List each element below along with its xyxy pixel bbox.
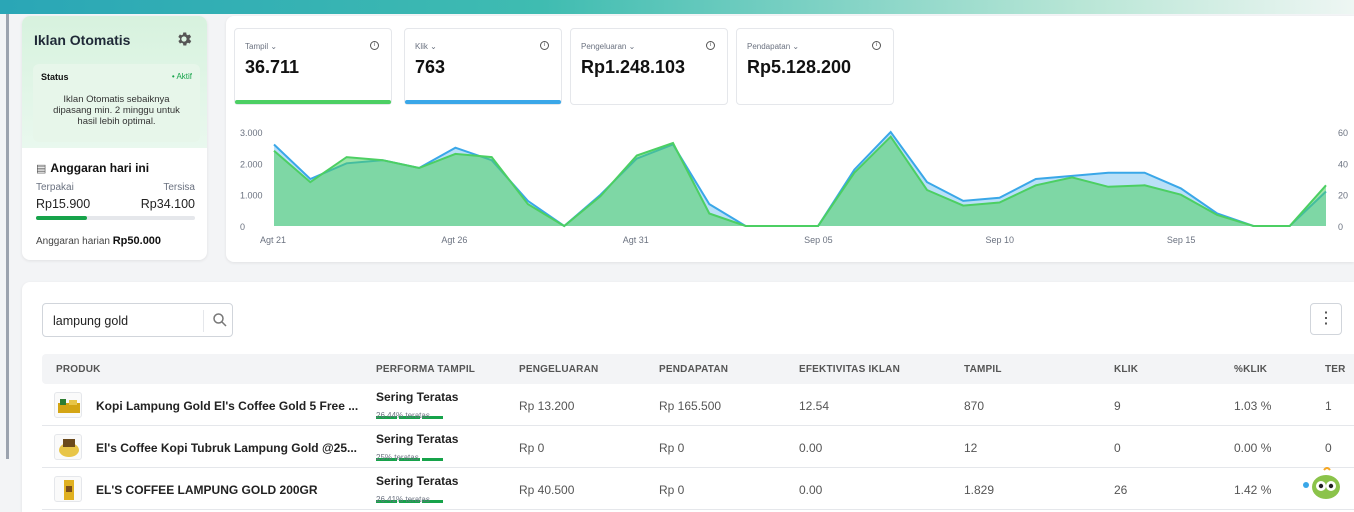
budget-progress-bar (36, 216, 195, 220)
performance-bar (376, 406, 446, 419)
views-cell: 870 (964, 399, 985, 413)
daily-budget-label: Anggaran harian (36, 236, 110, 247)
revenue-cell: Rp 0 (659, 483, 685, 497)
auto-ads-header: Iklan Otomatis Status • Aktif Iklan Otom… (22, 16, 207, 148)
y-left-tick: 1.000 (240, 191, 263, 201)
clicks-cell: 0 (1114, 441, 1121, 455)
used-value: Rp15.900 (36, 197, 91, 211)
performance-title: Sering Teratas (376, 432, 459, 446)
spend-cell: Rp 0 (519, 441, 545, 455)
ctr-cell: 0.00 % (1234, 441, 1272, 455)
performance-bar (376, 490, 446, 503)
used-label: Terpakai (36, 182, 74, 193)
table-row[interactable]: El's Coffee Kopi Tubruk Lampung Gold @25… (42, 426, 1354, 468)
performance-title: Sering Teratas (376, 390, 459, 404)
effectiveness-cell: 0.00 (799, 483, 823, 497)
search-divider (203, 310, 204, 332)
performance-cell: Sering Teratas 26.44% teratas (376, 390, 458, 420)
status-badge: • Aktif (171, 72, 192, 81)
effectiveness-cell: 12.54 (799, 399, 830, 413)
table-row[interactable]: EL'S COFFEE LAMPUNG GOLD 200GR Sering Te… (42, 468, 1354, 510)
daily-budget-value: Rp50.000 (112, 235, 162, 247)
performance-chart-card: Tampil ⌄ i 36.711 Klik ⌄ i 763 Pengeluar… (226, 16, 1354, 262)
x-tick: Sep 05 (804, 235, 833, 245)
status-note: Iklan Otomatis sebaiknya dipasang min. 2… (53, 94, 180, 127)
performance-chart: 3.000 2.000 1.000 0 60 40 20 0 Agt 21 Agt 26 Agt 3… (240, 128, 1348, 245)
status-label: Status (41, 72, 69, 82)
budget-title: ▤ Anggaran hari ini (36, 161, 149, 175)
clicks-cell: 26 (1114, 483, 1128, 497)
wallet-icon: ▤ (36, 163, 47, 175)
views-cell: 12 (964, 441, 978, 455)
left-scrollbar[interactable] (6, 14, 9, 459)
effectiveness-cell: 0.00 (799, 441, 823, 455)
daily-budget: Anggaran harian Rp50.000 (36, 235, 161, 247)
budget-title-text: Anggaran hari ini (50, 161, 150, 175)
col-ter[interactable]: TER (1325, 364, 1346, 375)
performance-title: Sering Teratas (376, 474, 459, 488)
performance-sub: 26.44% teratas (376, 411, 430, 420)
product-name[interactable]: Kopi Lampung Gold El's Coffee Gold 5 Fre… (96, 399, 358, 413)
views-cell: 1.829 (964, 483, 995, 497)
owl-assistant-icon[interactable] (1300, 465, 1342, 501)
series-area (274, 136, 1326, 226)
col-ctr[interactable]: %KLIK (1234, 364, 1267, 375)
y-right-tick: 40 (1338, 159, 1348, 169)
x-tick: Agt 26 (441, 235, 467, 245)
y-left-tick: 3.000 (240, 128, 263, 138)
spend-cell: Rp 40.500 (519, 483, 575, 497)
product-table-card: ⋮ PRODUK PERFORMA TAMPIL PENGELUARAN PEN… (22, 282, 1354, 512)
y-right-tick: 60 (1338, 128, 1348, 138)
revenue-cell: Rp 165.500 (659, 399, 722, 413)
col-revenue[interactable]: PENDAPATAN (659, 364, 728, 375)
ctr-cell: 1.03 % (1234, 399, 1272, 413)
col-views[interactable]: TAMPIL (964, 364, 1002, 375)
table-row[interactable]: Kopi Lampung Gold El's Coffee Gold 5 Fre… (42, 384, 1354, 426)
product-thumbnail (54, 434, 82, 460)
x-tick: Sep 10 (986, 235, 1015, 245)
spend-cell: Rp 13.200 (519, 399, 575, 413)
auto-ads-card: Iklan Otomatis Status • Aktif Iklan Otom… (22, 16, 207, 260)
clicks-cell: 9 (1114, 399, 1121, 413)
col-spend[interactable]: PENGELUARAN (519, 364, 598, 375)
more-options-button[interactable]: ⋮ (1310, 303, 1342, 335)
product-thumbnail (54, 392, 82, 418)
top-gradient-bar (0, 0, 1354, 14)
performance-sub: 26.41% teratas (376, 495, 430, 504)
col-effectiveness[interactable]: EFEKTIVITAS IKLAN (799, 364, 900, 375)
auto-ads-title: Iklan Otomatis (34, 32, 131, 48)
product-thumbnail (54, 476, 82, 502)
search-icon[interactable] (211, 311, 229, 329)
status-box: Status • Aktif Iklan Otomatis sebaiknya … (33, 64, 200, 142)
x-tick: Agt 31 (623, 235, 649, 245)
search-input[interactable] (53, 312, 193, 330)
performance-cell: Sering Teratas 25% teratas (376, 432, 458, 462)
col-clicks[interactable]: KLIK (1114, 364, 1138, 375)
budget-progress-fill (36, 216, 87, 220)
product-name[interactable]: El's Coffee Kopi Tubruk Lampung Gold @25… (96, 441, 357, 455)
search-box (42, 303, 233, 337)
y-right-tick: 20 (1338, 191, 1348, 201)
x-tick: Sep 15 (1167, 235, 1196, 245)
revenue-cell: Rp 0 (659, 441, 685, 455)
ter-cell: 0 (1325, 441, 1332, 455)
remaining-label: Tersisa (163, 182, 195, 193)
x-tick: Agt 21 (260, 235, 286, 245)
performance-cell: Sering Teratas 26.41% teratas (376, 474, 458, 504)
performance-bar (376, 448, 446, 461)
y-left-tick: 0 (240, 222, 245, 232)
y-right-tick: 0 (1338, 222, 1343, 232)
table-header: PRODUK PERFORMA TAMPIL PENGELUARAN PENDA… (42, 354, 1354, 384)
gear-icon[interactable] (175, 30, 193, 48)
col-product[interactable]: PRODUK (56, 364, 101, 375)
y-left-tick: 2.000 (240, 159, 263, 169)
performance-sub: 25% teratas (376, 453, 419, 462)
ctr-cell: 1.42 % (1234, 483, 1272, 497)
col-performance[interactable]: PERFORMA TAMPIL (376, 364, 475, 375)
product-name[interactable]: EL'S COFFEE LAMPUNG GOLD 200GR (96, 483, 318, 497)
remaining-value: Rp34.100 (140, 197, 195, 211)
ter-cell: 1 (1325, 399, 1332, 413)
